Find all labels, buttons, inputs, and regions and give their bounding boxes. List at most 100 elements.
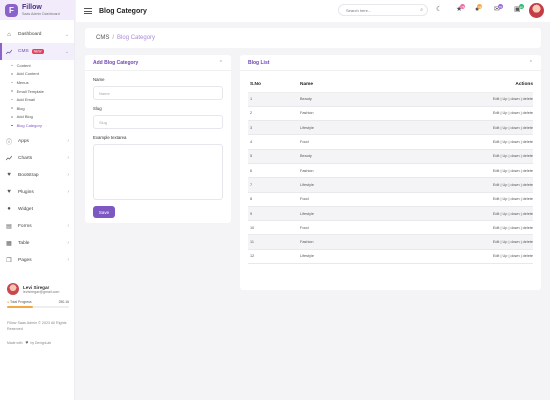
- row-actions[interactable]: Edit | Up | down | delete: [420, 149, 533, 164]
- search-box[interactable]: ⌕: [338, 4, 428, 16]
- row-name: Food: [300, 134, 420, 150]
- avatar[interactable]: [529, 3, 544, 18]
- row-actions[interactable]: Edit | Up | down | delete: [420, 106, 533, 122]
- sidebar-item-label: Charts: [18, 155, 33, 161]
- row-actions[interactable]: Edit | Up | down | delete: [420, 220, 533, 236]
- breadcrumb-current: Blog Category: [117, 35, 156, 41]
- table-row: 9 Lifestyle Edit | Up | down | delete: [248, 206, 533, 222]
- breadcrumb-root[interactable]: CMS: [96, 35, 109, 41]
- sidebar-item-forms[interactable]: ▤ Forms ›: [0, 218, 74, 235]
- row-name: Food: [300, 220, 420, 236]
- chevron-down-icon: ⌄: [64, 31, 69, 38]
- brand-name: Fillow: [22, 4, 42, 11]
- notification-count: 76: [460, 4, 466, 9]
- chevron-right-icon: ›: [67, 257, 69, 264]
- card-title: Blog List: [248, 59, 270, 66]
- sidebar-item-label: Widget: [18, 206, 33, 212]
- submenu-item-menus[interactable]: Menus: [11, 78, 74, 87]
- brand-logo: F: [5, 3, 18, 17]
- sidebar-item-label: Apps: [18, 138, 29, 144]
- user-icon: ●: [7, 206, 11, 213]
- row-sno: 2: [248, 106, 300, 122]
- row-actions[interactable]: Edit | Up | down | delete: [420, 120, 533, 136]
- sidebar-item-table[interactable]: ▦ Table ›: [0, 235, 74, 252]
- sidebar-item-cms[interactable]: CMS NEW ⌄: [0, 43, 74, 60]
- breadcrumb-separator: /: [112, 35, 115, 41]
- submenu-item-add-content[interactable]: Add Content: [11, 70, 74, 79]
- chevron-up-icon[interactable]: ⌃: [219, 60, 223, 66]
- row-actions[interactable]: Edit | Up | down | delete: [420, 92, 533, 107]
- row-name: Beauty: [300, 149, 420, 164]
- row-actions[interactable]: Edit | Up | down | delete: [420, 249, 533, 265]
- name-field[interactable]: [93, 86, 223, 100]
- card-title: Add Blog Category: [93, 59, 139, 66]
- sidebar-item-plugins[interactable]: ♥ Plugins ›: [0, 184, 74, 201]
- sidebar-item-widget[interactable]: ● Widget: [0, 201, 74, 218]
- slug-field[interactable]: [93, 115, 223, 129]
- sidebar-item-dashboard[interactable]: ⌂ Dashboard ⌄: [0, 26, 74, 43]
- example-textarea[interactable]: [93, 144, 223, 200]
- submenu-item-content[interactable]: Content: [11, 61, 74, 70]
- save-button[interactable]: Save: [93, 206, 115, 218]
- cart-icon[interactable]: ▣ 12: [514, 4, 524, 14]
- row-sno: 3: [248, 120, 300, 136]
- chevron-right-icon: ›: [67, 240, 69, 247]
- line-chart-icon: [6, 155, 12, 161]
- row-sno: 9: [248, 206, 300, 222]
- search-icon[interactable]: ⌕: [420, 7, 423, 13]
- textarea-label: Example textarea: [93, 135, 127, 140]
- submenu-item-blog-category[interactable]: Blog Category: [11, 121, 74, 130]
- submenu-item-blog[interactable]: Blog: [11, 104, 74, 113]
- chart-icon: [6, 49, 12, 55]
- mail-icon[interactable]: ✉ 76: [494, 4, 503, 14]
- sidebar-item-pages[interactable]: ❐ Pages ›: [0, 252, 74, 269]
- notification-count: 76: [497, 4, 503, 9]
- profile-card: Levi Siregar levisiregar@gmail.com ● Tot…: [7, 283, 69, 308]
- row-name: Lifestyle: [300, 120, 420, 136]
- info-icon: ⓘ: [6, 139, 13, 146]
- row-name: Food: [300, 192, 420, 207]
- table-row: 10 Food Edit | Up | down | delete: [248, 220, 533, 236]
- row-actions[interactable]: Edit | Up | down | delete: [420, 177, 533, 193]
- row-actions[interactable]: Edit | Up | down | delete: [420, 234, 533, 250]
- bell-icon[interactable]: ● 12: [475, 4, 483, 14]
- row-actions[interactable]: Edit | Up | down | delete: [420, 206, 533, 222]
- sidebar: F Fillow Saas Admin Dashboard ⌂ Dashboar…: [0, 0, 75, 400]
- sidebar-item-apps[interactable]: ⓘ Apps ›: [0, 133, 74, 150]
- submenu-item-email-template[interactable]: Email Template: [11, 87, 74, 96]
- table-row: 7 Lifestyle Edit | Up | down | delete: [248, 177, 533, 193]
- progress-label: ● Total Progress: [7, 300, 32, 304]
- table-row: 12 Lifestyle Edit | Up | down | delete: [248, 249, 533, 265]
- row-sno: 7: [248, 177, 300, 193]
- table-row: 8 Food Edit | Up | down | delete: [248, 192, 533, 207]
- table-row: 1 Beauty Edit | Up | down | delete: [248, 92, 533, 107]
- chevron-right-icon: ›: [67, 138, 69, 145]
- row-actions[interactable]: Edit | Up | down | delete: [420, 192, 533, 207]
- star-icon[interactable]: ★ 76: [456, 4, 466, 14]
- flag-icon: ●: [7, 300, 10, 304]
- sidebar-item-label: Plugins: [18, 189, 34, 195]
- chevron-right-icon: ›: [67, 223, 69, 230]
- submenu-item-add-email[interactable]: Add Email: [11, 95, 74, 104]
- brand[interactable]: F Fillow Saas Admin Dashboard: [0, 0, 74, 20]
- menu-icon[interactable]: [84, 8, 92, 14]
- sidebar-item-label: Bootstrap: [18, 172, 39, 178]
- table-row: 3 Lifestyle Edit | Up | down | delete: [248, 120, 533, 136]
- avatar[interactable]: [7, 283, 19, 295]
- table-row: 6 Fashion Edit | Up | down | delete: [248, 163, 533, 179]
- chevron-right-icon: ›: [67, 155, 69, 162]
- made-with: Made with ♥ by DexignLab: [7, 340, 52, 346]
- row-actions[interactable]: Edit | Up | down | delete: [420, 163, 533, 179]
- add-blog-category-card: Add Blog Category ⌃ Name Slug Example te…: [85, 55, 231, 223]
- table-row: 5 Beauty Edit | Up | down | delete: [248, 149, 533, 164]
- search-input[interactable]: [346, 7, 416, 13]
- moon-icon[interactable]: ☾: [436, 6, 442, 14]
- sidebar-item-bootstrap[interactable]: ♥ Bootstrap ›: [0, 167, 74, 184]
- table-row: 2 Fashion Edit | Up | down | delete: [248, 106, 533, 122]
- chevron-up-icon[interactable]: ⌃: [529, 60, 533, 66]
- row-name: Fashion: [300, 234, 420, 250]
- chevron-right-icon: ›: [67, 189, 69, 196]
- row-actions[interactable]: Edit | Up | down | delete: [420, 134, 533, 150]
- sidebar-item-charts[interactable]: Charts ›: [0, 150, 74, 167]
- submenu-item-add-blog[interactable]: Add Blog: [11, 113, 74, 122]
